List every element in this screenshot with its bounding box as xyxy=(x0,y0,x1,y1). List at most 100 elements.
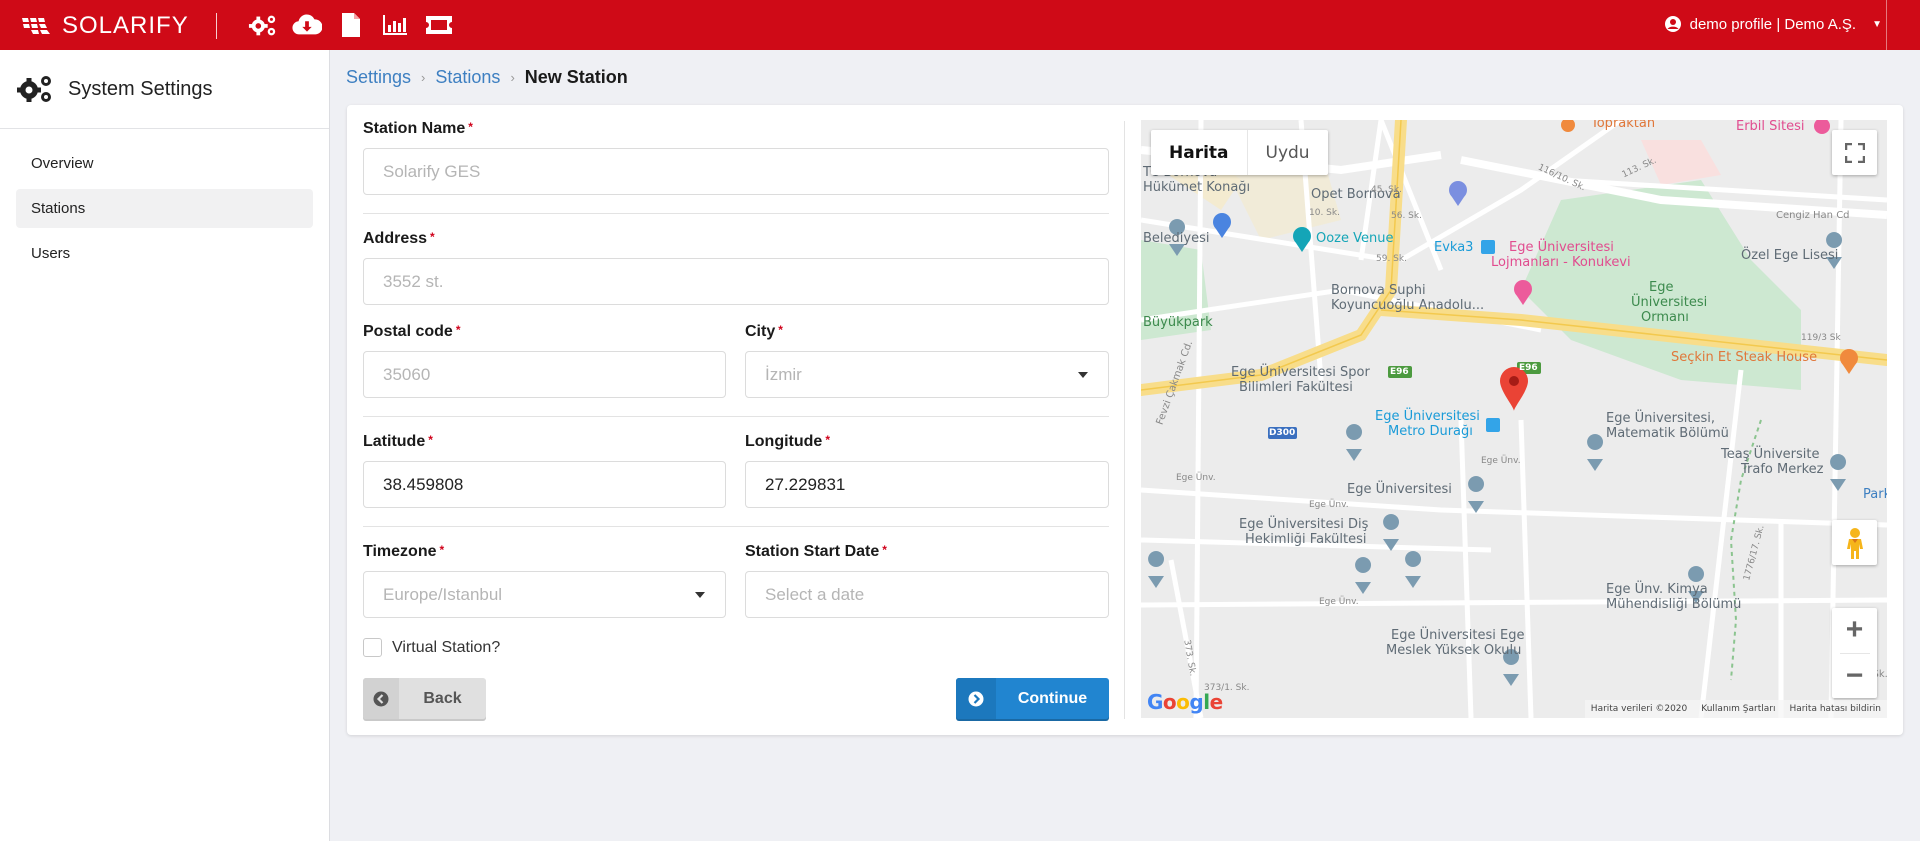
map-label: Ege Üniversitesi Diş xyxy=(1239,517,1369,532)
map-data-link[interactable]: Harita verileri ©2020 xyxy=(1591,704,1687,714)
map-label: Özel Ege Lisesi xyxy=(1741,248,1839,263)
section-divider xyxy=(363,526,1109,527)
start-date-field: Station Start Date * Select a date xyxy=(745,543,1109,618)
sidebar-header: System Settings xyxy=(0,50,329,129)
map-label: Bornova Suphi xyxy=(1331,283,1426,298)
map-label: Üniversitesi xyxy=(1631,295,1708,310)
bar-chart-icon[interactable] xyxy=(380,11,410,39)
continue-button[interactable]: Continue xyxy=(956,678,1109,719)
station-name-field: Station Name * Solarify GES xyxy=(363,120,1109,195)
timezone-field: Timezone * Europe/Istanbul xyxy=(363,543,726,618)
postal-code-field: Postal code * 35060 xyxy=(363,323,726,398)
location-map[interactable]: Topraktan Erbil Sitesi TC Bornova Hüküme… xyxy=(1141,120,1887,718)
solar-panel-icon xyxy=(22,18,50,34)
map-label: Ege Üniversitesi xyxy=(1509,240,1614,255)
map-label: Seçkin Et Steak House xyxy=(1671,350,1818,365)
profile-menu[interactable]: demo profile | Demo A.Ş. ▼ xyxy=(1664,15,1882,33)
street-label: Ege Ünv. xyxy=(1176,473,1216,483)
map-label: Meslek Yüksek Okulu xyxy=(1386,643,1522,658)
header-divider xyxy=(216,13,217,39)
ticket-icon[interactable] xyxy=(424,11,454,39)
address-label: Address * xyxy=(363,230,435,247)
sidebar-item-users[interactable]: Users xyxy=(16,234,313,273)
map-label: Lojmanları - Konukevi xyxy=(1491,255,1631,270)
map-type-harita[interactable]: Harita xyxy=(1151,130,1248,175)
map-label: Ege xyxy=(1649,280,1674,295)
map-label: Evka3 xyxy=(1434,240,1474,255)
map-label: Topraktan xyxy=(1591,120,1656,131)
virtual-station-label: Virtual Station? xyxy=(392,638,501,656)
settings-icon[interactable] xyxy=(248,11,278,39)
map-label: Bilimleri Fakültesi xyxy=(1239,380,1353,395)
cloud-download-icon[interactable] xyxy=(292,11,322,39)
city-label: City * xyxy=(745,323,783,340)
map-label: Mühendisliği Bölümü xyxy=(1606,597,1742,612)
map-label: Ege Üniversitesi Ege xyxy=(1391,628,1525,643)
postal-code-input[interactable]: 35060 xyxy=(363,351,726,398)
map-label: Belediyesi xyxy=(1143,231,1210,246)
sidebar: System Settings Overview Stations Users xyxy=(0,50,330,841)
new-station-card: Station Name * Solarify GES Address * 3552… xyxy=(347,105,1903,735)
start-date-input[interactable]: Select a date xyxy=(745,571,1109,618)
user-circle-icon xyxy=(1664,16,1681,32)
breadcrumb-stations[interactable]: Stations xyxy=(435,67,500,88)
postal-code-label: Postal code * xyxy=(363,323,461,340)
latitude-label: Latitude * xyxy=(363,433,433,450)
map-label: Ooze Venue xyxy=(1316,231,1394,246)
virtual-station-checkbox[interactable] xyxy=(363,638,382,657)
street-label: 45. Sk. xyxy=(1371,185,1402,195)
chevron-right-icon: › xyxy=(421,70,426,85)
section-divider xyxy=(363,416,1109,417)
virtual-station-option[interactable]: Virtual Station? xyxy=(363,638,500,657)
map-label: Koyuncuoğlu Anadolu... xyxy=(1331,298,1485,313)
city-select[interactable]: İzmir xyxy=(745,351,1109,398)
map-label: Hekimliği Fakültesi xyxy=(1245,532,1367,547)
caret-down-icon xyxy=(695,592,705,598)
street-label: 59. Sk. xyxy=(1376,254,1407,264)
street-label: 56. Sk. xyxy=(1391,211,1422,221)
zoom-out-button[interactable]: − xyxy=(1832,653,1877,698)
map-label: Matematik Bölümü xyxy=(1606,426,1729,441)
map-label: Ormanı xyxy=(1641,310,1689,325)
latitude-input[interactable]: 38.459808 xyxy=(363,461,726,508)
profile-label: demo profile | Demo A.Ş. xyxy=(1689,15,1857,33)
settings-icon xyxy=(17,76,51,102)
street-label: Ege Ünv. xyxy=(1309,500,1349,510)
start-date-label: Station Start Date * xyxy=(745,543,887,560)
zoom-control: + − xyxy=(1832,608,1877,698)
google-logo[interactable]: Google xyxy=(1147,690,1223,714)
map-type-control: Harita Uydu xyxy=(1151,130,1328,175)
section-divider xyxy=(363,213,1109,214)
road-shield-label: E96 xyxy=(1519,363,1538,373)
street-view-pegman[interactable] xyxy=(1832,520,1877,565)
breadcrumb-settings[interactable]: Settings xyxy=(346,67,411,88)
map-label: Ege Üniversitesi, xyxy=(1606,411,1715,426)
brand-logo[interactable]: SOLARIFY xyxy=(20,12,189,40)
address-input[interactable]: 3552 st. xyxy=(363,258,1109,305)
longitude-field: Longitude * 27.229831 xyxy=(745,433,1109,508)
top-navbar: SOLARIFY demo profile | Demo A.Ş. ▼ xyxy=(0,0,1920,50)
timezone-label: Timezone * xyxy=(363,543,445,560)
pegman-icon xyxy=(1846,527,1863,559)
brand-name: SOLARIFY xyxy=(62,12,189,39)
sidebar-item-stations[interactable]: Stations xyxy=(16,189,313,228)
station-name-input[interactable]: Solarify GES xyxy=(363,148,1109,195)
report-error-link[interactable]: Harita hatası bildirin xyxy=(1789,704,1881,714)
fullscreen-button[interactable] xyxy=(1832,130,1877,175)
road-shield-label: E96 xyxy=(1390,367,1409,377)
timezone-select[interactable]: Europe/Istanbul xyxy=(363,571,726,618)
zoom-in-button[interactable]: + xyxy=(1832,608,1877,653)
street-label: 119/3 Sk xyxy=(1801,333,1841,343)
sidebar-item-overview[interactable]: Overview xyxy=(16,144,313,183)
map-label: Ege Ünv. Kimya xyxy=(1606,582,1708,597)
back-button[interactable]: Back xyxy=(363,678,486,719)
longitude-input[interactable]: 27.229831 xyxy=(745,461,1109,508)
map-type-uydu[interactable]: Uydu xyxy=(1248,130,1328,175)
terms-link[interactable]: Kullanım Şartları xyxy=(1701,704,1775,714)
map-label: Erbil Sitesi xyxy=(1736,120,1805,134)
city-field: City * İzmir xyxy=(745,323,1109,398)
file-icon[interactable] xyxy=(336,11,366,39)
map-label: Ege Üniversitesi xyxy=(1347,482,1452,497)
caret-down-icon xyxy=(1078,372,1088,378)
column-divider xyxy=(1124,121,1125,719)
